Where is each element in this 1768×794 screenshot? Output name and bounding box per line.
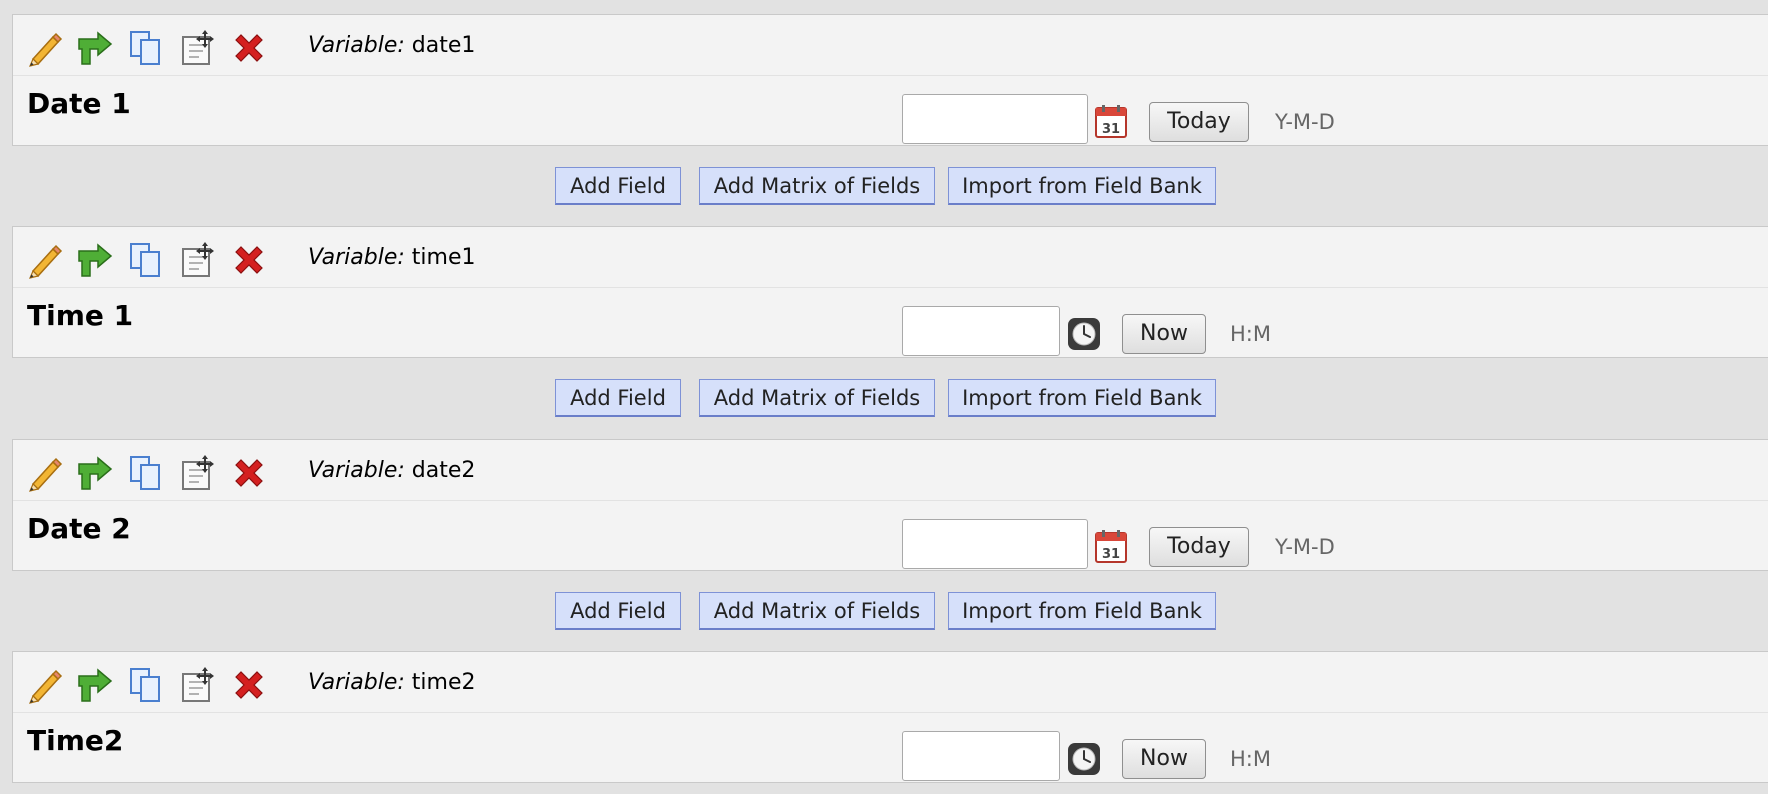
variable-value: date2 (411, 458, 476, 483)
clock-icon[interactable] (1067, 317, 1101, 351)
clock-icon[interactable] (1067, 742, 1101, 776)
variable-value: date1 (411, 33, 476, 58)
field-block-time1: Variable: time1 Time 1 Now H:M (12, 226, 1768, 358)
field-label: Time2 (27, 724, 124, 757)
pencil-icon[interactable] (25, 241, 63, 279)
variable-value: time1 (411, 245, 476, 270)
date-input[interactable] (902, 94, 1088, 144)
date-input[interactable] (902, 519, 1088, 569)
branch-arrow-icon[interactable] (76, 29, 114, 67)
field-toolbar: Variable: date1 (13, 15, 1768, 76)
move-icon[interactable] (179, 666, 217, 704)
delete-icon[interactable] (230, 29, 268, 67)
variable-label: Variable: (308, 33, 405, 58)
variable-name: Variable: date1 (308, 32, 475, 60)
field-toolbar: Variable: date2 (13, 440, 1768, 501)
now-button[interactable]: Now (1122, 739, 1206, 779)
now-button[interactable]: Now (1122, 314, 1206, 354)
time-input[interactable] (902, 306, 1060, 356)
add-field-bar: Add Field Add Matrix of Fields Import fr… (0, 358, 1768, 436)
today-button[interactable]: Today (1149, 527, 1249, 567)
import-field-bank-button[interactable]: Import from Field Bank (948, 379, 1216, 417)
add-matrix-button[interactable]: Add Matrix of Fields (699, 592, 935, 630)
variable-label: Variable: (308, 670, 405, 695)
field-toolbar: Variable: time1 (13, 227, 1768, 288)
field-block-date1: Variable: date1 Date 1 Today Y-M-D (12, 14, 1768, 146)
move-icon[interactable] (179, 454, 217, 492)
copy-icon[interactable] (127, 666, 165, 704)
copy-icon[interactable] (127, 454, 165, 492)
branch-arrow-icon[interactable] (76, 241, 114, 279)
move-icon[interactable] (179, 241, 217, 279)
pencil-icon[interactable] (25, 666, 63, 704)
add-field-bar: Add Field Add Matrix of Fields Import fr… (0, 146, 1768, 224)
add-matrix-button[interactable]: Add Matrix of Fields (699, 167, 935, 205)
variable-name: Variable: date2 (308, 457, 475, 485)
field-label: Date 2 (27, 512, 131, 545)
branch-arrow-icon[interactable] (76, 666, 114, 704)
import-field-bank-button[interactable]: Import from Field Bank (948, 167, 1216, 205)
field-block-time2: Variable: time2 Time2 Now H:M (12, 651, 1768, 783)
field-toolbar: Variable: time2 (13, 652, 1768, 713)
delete-icon[interactable] (230, 454, 268, 492)
copy-icon[interactable] (127, 29, 165, 67)
add-matrix-button[interactable]: Add Matrix of Fields (699, 379, 935, 417)
date-format-hint: Y-M-D (1275, 535, 1335, 559)
copy-icon[interactable] (127, 241, 165, 279)
calendar-icon[interactable] (1094, 528, 1128, 564)
add-field-button[interactable]: Add Field (555, 592, 681, 630)
branch-arrow-icon[interactable] (76, 454, 114, 492)
variable-label: Variable: (308, 458, 405, 483)
add-field-bar: Add Field Add Matrix of Fields Import fr… (0, 571, 1768, 649)
variable-name: Variable: time2 (308, 669, 476, 697)
calendar-icon[interactable] (1094, 103, 1128, 139)
field-block-date2: Variable: date2 Date 2 Today Y-M-D (12, 439, 1768, 571)
pencil-icon[interactable] (25, 454, 63, 492)
move-icon[interactable] (179, 29, 217, 67)
time-format-hint: H:M (1230, 747, 1271, 771)
add-field-button[interactable]: Add Field (555, 379, 681, 417)
import-field-bank-button[interactable]: Import from Field Bank (948, 592, 1216, 630)
pencil-icon[interactable] (25, 29, 63, 67)
variable-label: Variable: (308, 245, 405, 270)
field-label: Time 1 (27, 299, 134, 332)
add-field-button[interactable]: Add Field (555, 167, 681, 205)
time-format-hint: H:M (1230, 322, 1271, 346)
time-input[interactable] (902, 731, 1060, 781)
variable-name: Variable: time1 (308, 244, 476, 272)
variable-value: time2 (411, 670, 476, 695)
today-button[interactable]: Today (1149, 102, 1249, 142)
date-format-hint: Y-M-D (1275, 110, 1335, 134)
delete-icon[interactable] (230, 666, 268, 704)
delete-icon[interactable] (230, 241, 268, 279)
field-label: Date 1 (27, 87, 131, 120)
